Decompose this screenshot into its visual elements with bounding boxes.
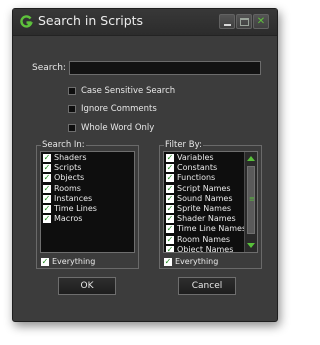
grip-icon: ≡ — [249, 195, 255, 203]
checkmark-icon[interactable]: ✓ — [166, 194, 174, 203]
checkmark-icon[interactable]: ✓ — [166, 174, 174, 183]
list-item-label: Sprite Names — [177, 204, 232, 214]
option-label: Whole Word Only — [81, 123, 155, 133]
close-icon: ✕ — [256, 15, 266, 27]
title-bar[interactable]: Search in Scripts ✕ — [13, 9, 277, 36]
whole-word-checkbox[interactable] — [68, 124, 76, 132]
search-in-scripts-dialog: Search in Scripts ✕ Search: Case Sensiti… — [12, 8, 278, 322]
list-item-label: Shader Names — [177, 214, 236, 224]
list-item-objects[interactable]: ✓ Objects — [43, 173, 134, 183]
checkmark-icon[interactable]: ✓ — [43, 205, 51, 214]
filter-by-title: Filter By: — [164, 140, 203, 150]
list-item-label: Script Names — [177, 183, 231, 193]
list-item-label: Time Line Names — [177, 224, 247, 234]
checkmark-icon[interactable]: ✓ — [166, 184, 174, 193]
list-item-label: Constants — [177, 163, 218, 173]
list-item-label: Shaders — [54, 153, 87, 163]
search-in-everything[interactable]: ✓ Everything — [41, 257, 95, 266]
checkmark-icon[interactable]: ✓ — [43, 154, 51, 163]
everything-label: Everything — [175, 257, 219, 266]
filter-by-scrollbar[interactable]: ≡ — [244, 152, 257, 252]
gamemaker-logo-icon — [20, 15, 33, 28]
checkmark-icon[interactable]: ✓ — [166, 235, 174, 244]
checkmark-icon[interactable]: ✓ — [166, 215, 174, 224]
list-item-label: Rooms — [54, 183, 81, 193]
minimize-icon — [223, 23, 231, 26]
list-item-label: Time Lines — [54, 204, 97, 214]
checkmark-icon[interactable]: ✓ — [166, 164, 174, 173]
cancel-button[interactable]: Cancel — [178, 277, 236, 295]
list-item-label: Room Names — [177, 234, 231, 244]
scroll-up-arrow-icon[interactable] — [247, 156, 255, 161]
checkmark-icon[interactable]: ✓ — [164, 257, 172, 266]
option-label: Ignore Comments — [81, 104, 157, 114]
list-item-scripts[interactable]: ✓ Scripts — [43, 163, 134, 173]
maximize-icon — [239, 17, 249, 26]
option-label: Case Sensitive Search — [81, 86, 176, 96]
ignore-comments-checkbox[interactable] — [68, 105, 76, 113]
checkmark-icon[interactable]: ✓ — [166, 225, 174, 234]
case-sensitive-checkbox[interactable] — [68, 87, 76, 95]
list-item-label: Objects — [54, 173, 85, 183]
list-item-label: Scripts — [54, 163, 82, 173]
everything-label: Everything — [52, 257, 96, 266]
list-item-time-lines[interactable]: ✓ Time Lines — [43, 204, 134, 214]
window-title: Search in Scripts — [38, 13, 144, 28]
list-item-macros[interactable]: ✓ Macros — [43, 214, 134, 224]
maximize-button[interactable] — [236, 14, 252, 29]
scrollbar-thumb[interactable]: ≡ — [247, 166, 255, 234]
list-item-label: Sound Names — [177, 193, 233, 203]
filter-by-list: ✓ Variables ✓ Constants ✓ Functions ✓ Sc… — [163, 151, 258, 253]
search-in-list: ✓ Shaders ✓ Scripts ✓ Objects ✓ Rooms ✓ — [40, 151, 135, 253]
list-item-shaders[interactable]: ✓ Shaders — [43, 153, 134, 163]
close-button[interactable]: ✕ — [253, 14, 269, 29]
list-item-label: Object Names — [177, 244, 234, 253]
checkmark-icon[interactable]: ✓ — [43, 215, 51, 224]
checkmark-icon[interactable]: ✓ — [166, 245, 174, 252]
scroll-down-arrow-icon[interactable] — [247, 243, 255, 248]
list-item-instances[interactable]: ✓ Instances — [43, 194, 134, 204]
list-item-label: Variables — [177, 153, 214, 163]
checkmark-icon[interactable]: ✓ — [43, 184, 51, 193]
checkmark-icon[interactable]: ✓ — [166, 205, 174, 214]
minimize-button[interactable] — [219, 14, 235, 29]
checkmark-icon[interactable]: ✓ — [43, 194, 51, 203]
filter-by-everything[interactable]: ✓ Everything — [164, 257, 218, 266]
list-item-label: Instances — [54, 193, 93, 203]
ok-button[interactable]: OK — [58, 277, 116, 295]
list-item-label: Functions — [177, 173, 216, 183]
filter-by-group: Filter By: ✓ Variables ✓ Constants ✓ Fun… — [159, 140, 262, 269]
search-in-title: Search In: — [41, 140, 86, 150]
list-item-label: Macros — [54, 214, 83, 224]
checkmark-icon[interactable]: ✓ — [43, 164, 51, 173]
option-ignore-comments[interactable]: Ignore Comments — [68, 103, 157, 115]
list-item-rooms[interactable]: ✓ Rooms — [43, 184, 134, 194]
option-case-sensitive[interactable]: Case Sensitive Search — [68, 85, 175, 97]
checkmark-icon[interactable]: ✓ — [41, 257, 49, 266]
search-label: Search: — [32, 63, 66, 73]
checkmark-icon[interactable]: ✓ — [166, 154, 174, 163]
search-in-group: Search In: ✓ Shaders ✓ Scripts ✓ Objects… — [36, 140, 139, 269]
search-input[interactable] — [69, 61, 261, 75]
option-whole-word[interactable]: Whole Word Only — [68, 122, 154, 134]
checkmark-icon[interactable]: ✓ — [43, 174, 51, 183]
